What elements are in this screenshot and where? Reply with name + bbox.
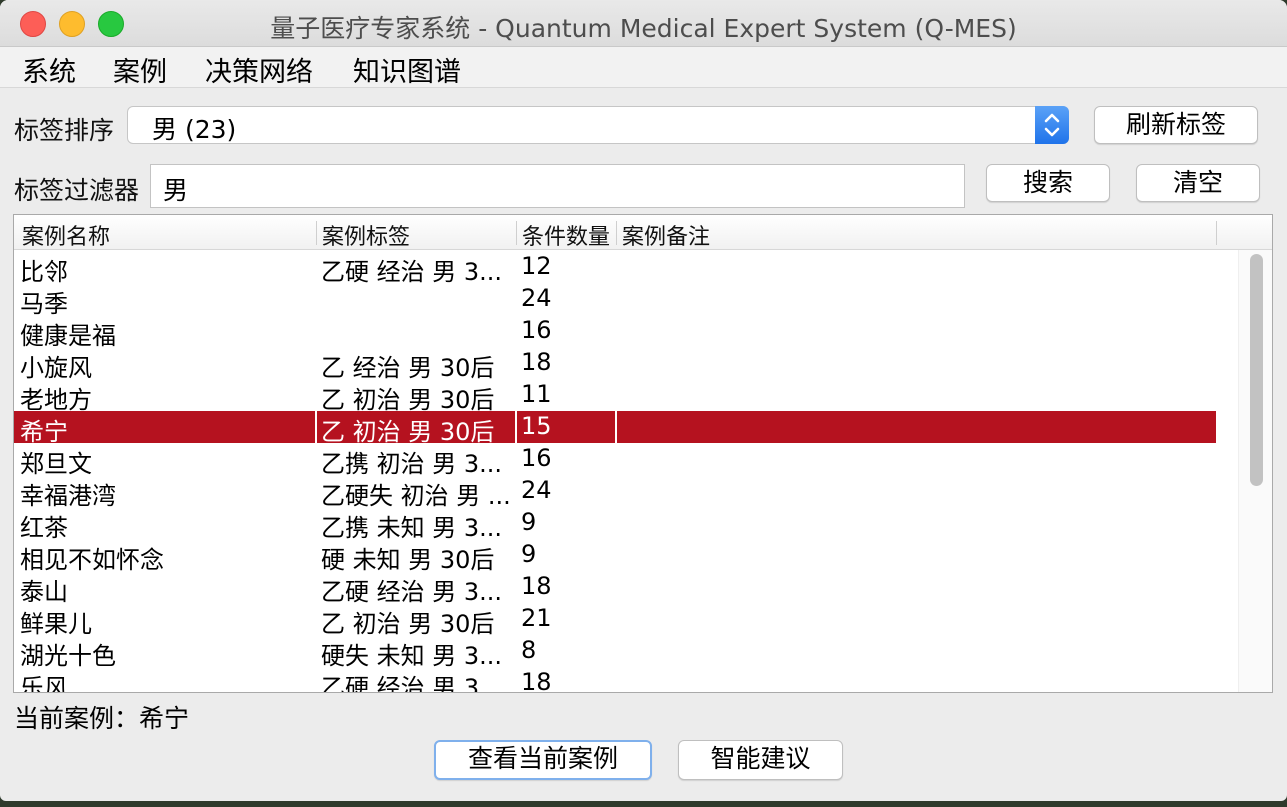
selection-column-separator <box>515 411 517 443</box>
cell-case-name: 希宁 <box>20 418 68 446</box>
cell-condition-count: 24 <box>521 284 552 312</box>
cell-case-tags: 乙 初治 男 30后 <box>321 418 495 446</box>
cell-case-tags: 乙硬 经治 男 3... <box>321 258 503 286</box>
cell-condition-count: 9 <box>521 508 537 536</box>
cell-case-name: 郑旦文 <box>20 450 92 478</box>
cell-condition-count: 16 <box>521 316 552 344</box>
cell-case-name: 小旋风 <box>20 354 92 382</box>
cell-case-name: 红茶 <box>20 514 68 542</box>
table-row[interactable]: 郑旦文 乙携 初治 男 3... 16 <box>14 443 1216 478</box>
view-current-case-button[interactable]: 查看当前案例 <box>434 740 652 780</box>
cell-condition-count: 18 <box>521 668 552 693</box>
table-row[interactable]: 马季 24 <box>14 283 1216 318</box>
tag-filter-label: 标签过滤器 <box>14 176 140 205</box>
cell-case-name: 乐风 <box>20 674 68 693</box>
cell-case-name: 湖光十色 <box>20 642 116 670</box>
cell-condition-count: 11 <box>521 380 552 408</box>
tag-sort-label: 标签排序 <box>14 116 115 145</box>
smart-suggestion-button[interactable]: 智能建议 <box>678 740 843 780</box>
app-window: 量子医疗专家系统 - Quantum Medical Expert System… <box>0 0 1287 801</box>
cell-case-tags: 乙硬失 初治 男 ... <box>321 482 511 510</box>
column-header-condition-count[interactable]: 条件数量 <box>522 219 610 251</box>
menu-system[interactable]: 系统 <box>22 50 76 89</box>
cell-case-tags: 硬 未知 男 30后 <box>321 546 495 574</box>
cell-case-tags: 硬失 未知 男 3... <box>321 642 503 670</box>
cell-condition-count: 16 <box>521 444 552 472</box>
cell-condition-count: 9 <box>521 540 537 568</box>
table-row[interactable]: 泰山 乙硬 经治 男 3... 18 <box>14 571 1216 606</box>
tag-filter-value: 男 <box>163 176 189 205</box>
table-row[interactable]: 老地方 乙 初治 男 30后 11 <box>14 379 1216 414</box>
case-table[interactable]: 案例名称 案例标签 条件数量 案例备注 比邻 乙硬 经治 男 3... 12 马季 24… <box>13 214 1273 693</box>
menu-bar: 系统 案例 决策网络 知识图谱 <box>0 47 1287 88</box>
tag-filter-input[interactable]: 男 <box>150 164 965 208</box>
menu-knowledge-graph[interactable]: 知识图谱 <box>353 50 461 89</box>
cell-condition-count: 21 <box>521 604 552 632</box>
table-header: 案例名称 案例标签 条件数量 案例备注 <box>14 215 1272 250</box>
title-bar: 量子医疗专家系统 - Quantum Medical Expert System… <box>0 0 1287 47</box>
table-row[interactable]: 相见不如怀念 硬 未知 男 30后 9 <box>14 539 1216 574</box>
cell-case-name: 鲜果儿 <box>20 610 92 638</box>
refresh-tags-button[interactable]: 刷新标签 <box>1094 106 1258 144</box>
table-row[interactable]: 比邻 乙硬 经治 男 3... 12 <box>14 251 1216 286</box>
column-header-case-tags[interactable]: 案例标签 <box>322 219 410 251</box>
cell-condition-count: 15 <box>521 412 552 440</box>
cell-condition-count: 24 <box>521 476 552 504</box>
table-row[interactable]: 鲜果儿 乙 初治 男 30后 21 <box>14 603 1216 638</box>
selection-column-separator <box>315 411 317 443</box>
table-vertical-scrollbar[interactable] <box>1238 250 1272 692</box>
column-header-case-note[interactable]: 案例备注 <box>622 219 710 251</box>
menu-case[interactable]: 案例 <box>113 50 167 89</box>
chevron-updown-icon <box>1035 106 1069 144</box>
clear-button[interactable]: 清空 <box>1136 164 1260 202</box>
cell-case-name: 马季 <box>20 290 68 318</box>
menu-decision-network[interactable]: 决策网络 <box>205 50 313 89</box>
cell-case-tags: 乙 初治 男 30后 <box>321 386 495 414</box>
cell-condition-count: 18 <box>521 348 552 376</box>
table-row[interactable]: 健康是福 16 <box>14 315 1216 350</box>
cell-case-tags: 乙携 未知 男 3... <box>321 514 503 542</box>
cell-case-tags: 乙硬 经治 男 3... <box>321 578 503 606</box>
cell-case-name: 比邻 <box>20 258 68 286</box>
table-row-selected[interactable]: 希宁 乙 初治 男 30后 15 <box>14 411 1216 446</box>
cell-condition-count: 12 <box>521 252 552 280</box>
cell-case-name: 老地方 <box>20 386 92 414</box>
cell-condition-count: 18 <box>521 572 552 600</box>
cell-case-name: 健康是福 <box>20 322 116 350</box>
cell-case-name: 相见不如怀念 <box>20 546 164 574</box>
table-row[interactable]: 红茶 乙携 未知 男 3... 9 <box>14 507 1216 542</box>
cell-case-tags: 乙携 初治 男 3... <box>321 450 503 478</box>
cell-case-name: 幸福港湾 <box>20 482 116 510</box>
table-row[interactable]: 小旋风 乙 经治 男 30后 18 <box>14 347 1216 382</box>
column-header-case-name[interactable]: 案例名称 <box>22 219 110 251</box>
cell-case-name: 泰山 <box>20 578 68 606</box>
tag-sort-select[interactable]: 男 (23) <box>127 106 1069 144</box>
table-row[interactable]: 湖光十色 硬失 未知 男 3... 8 <box>14 635 1216 670</box>
cell-case-tags: 乙 初治 男 30后 <box>321 610 495 638</box>
scrollbar-thumb[interactable] <box>1250 254 1263 486</box>
window-title: 量子医疗专家系统 - Quantum Medical Expert System… <box>270 14 1017 43</box>
cell-condition-count: 8 <box>521 636 537 664</box>
tag-sort-selected-value: 男 (23) <box>152 115 237 144</box>
table-row[interactable]: 幸福港湾 乙硬失 初治 男 ... 24 <box>14 475 1216 510</box>
search-button[interactable]: 搜索 <box>986 164 1110 202</box>
cell-case-tags: 乙硬 经治 男 3... <box>321 674 503 693</box>
current-case-status: 当前案例：希宁 <box>14 704 190 733</box>
table-row[interactable]: 乐风 乙硬 经治 男 3... 18 <box>14 667 1216 693</box>
selection-column-separator <box>615 411 617 443</box>
cell-case-tags: 乙 经治 男 30后 <box>321 354 495 382</box>
